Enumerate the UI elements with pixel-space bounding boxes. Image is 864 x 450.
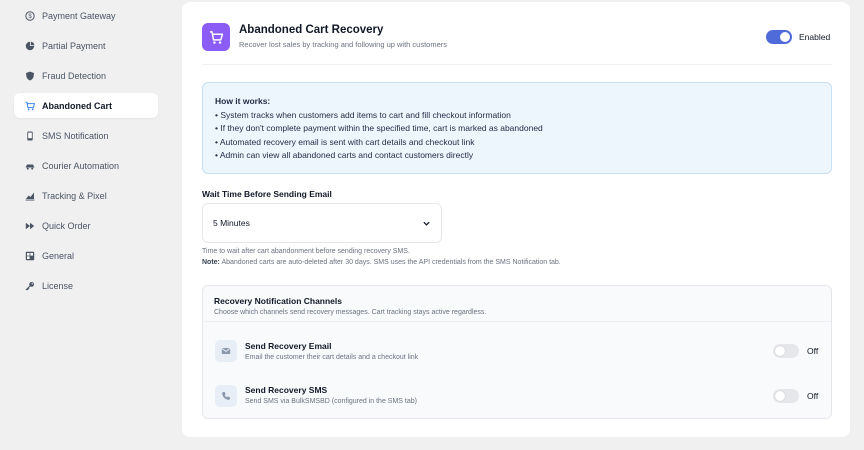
enabled-toggle-label: Enabled (799, 32, 831, 42)
sidebar-item-courier-automation[interactable]: Courier Automation (14, 153, 158, 178)
sms-channel-state: Off (807, 391, 819, 401)
wait-time-label: Wait Time Before Sending Email (202, 189, 332, 199)
sidebar-item-label: Fraud Detection (42, 70, 107, 81)
how-it-works-title: How it works: (215, 96, 271, 106)
note-label: Note: (202, 259, 220, 266)
channels-header: Recovery Notification Channels Choose wh… (203, 286, 831, 322)
phone-icon (24, 130, 35, 141)
note-text: Abandoned carts are auto-deleted after 3… (219, 259, 561, 266)
sidebar-item-label: Courier Automation (42, 160, 120, 171)
sidebar-item-partial-payment[interactable]: Partial Payment (14, 33, 158, 58)
sidebar-item-payment-gateway[interactable]: $ Payment Gateway (14, 3, 158, 28)
cart-icon (24, 100, 35, 111)
key-icon (24, 280, 35, 291)
how-it-works-box: How it works: • System tracks when custo… (202, 82, 832, 174)
email-channel-state: Off (807, 346, 819, 356)
sidebar-item-fraud-detection[interactable]: Fraud Detection (14, 63, 158, 88)
wait-time-help: Time to wait after cart abandonment befo… (202, 248, 410, 255)
sidebar-item-quick-order[interactable]: Quick Order (14, 213, 158, 238)
sidebar-item-abandoned-cart[interactable]: Abandoned Cart (14, 93, 158, 118)
truck-icon (24, 160, 35, 171)
info-line: • System tracks when customers add items… (215, 110, 511, 120)
sidebar-item-label: License (42, 280, 74, 291)
sms-channel-toggle[interactable] (773, 389, 799, 403)
chevron-down-icon (423, 221, 430, 226)
page-title: Abandoned Cart Recovery (239, 24, 384, 36)
email-channel-toggle[interactable] (773, 344, 799, 358)
sidebar-item-license[interactable]: License (14, 273, 158, 298)
email-channel-title: Send Recovery Email (245, 341, 332, 351)
dollar-icon: $ (24, 10, 35, 21)
sidebar-item-general[interactable]: General (14, 243, 158, 268)
divider (202, 64, 832, 65)
fast-forward-icon (24, 220, 35, 231)
cart-icon (202, 23, 230, 51)
sidebar-item-label: Abandoned Cart (42, 100, 113, 111)
sms-channel-title: Send Recovery SMS (245, 385, 328, 395)
channels-title: Recovery Notification Channels (214, 296, 343, 306)
channels-subtitle: Choose which channels send recovery mess… (214, 309, 487, 316)
wait-time-select[interactable]: 5 Minutes (202, 203, 442, 243)
sidebar-item-sms-notification[interactable]: SMS Notification (14, 123, 158, 148)
enabled-toggle[interactable] (766, 30, 792, 44)
shield-icon (24, 70, 35, 81)
toggle-knob (775, 391, 785, 401)
chart-icon (24, 190, 35, 201)
info-line: • Automated recovery email is sent with … (215, 136, 475, 147)
sidebar-item-label: SMS Notification (42, 130, 109, 141)
sidebar-item-label: Tracking & Pixel (42, 190, 107, 201)
sidebar-item-label: Partial Payment (42, 40, 106, 51)
page-subtitle: Recover lost sales by tracking and follo… (239, 40, 448, 49)
sms-channel-subtitle: Send SMS via BulkSMSBD (configured in th… (245, 398, 417, 405)
sidebar-item-label: Payment Gateway (42, 10, 116, 21)
grid-icon (24, 250, 35, 261)
info-line: • If they don't complete payment within … (215, 123, 543, 134)
info-line: • Admin can view all abandoned carts and… (215, 149, 474, 160)
toggle-knob (775, 346, 785, 356)
wait-time-value: 5 Minutes (213, 218, 250, 228)
phone-icon (215, 385, 237, 407)
sidebar-item-label: Quick Order (42, 220, 91, 231)
sidebar-item-label: General (42, 250, 75, 261)
wait-time-note: Note: Abandoned carts are auto-deleted a… (202, 259, 561, 266)
sidebar: $ Payment Gateway Partial Payment Fraud … (0, 0, 172, 450)
settings-card: Abandoned Cart Recovery Recover lost sal… (182, 2, 850, 437)
recovery-channels-panel: Recovery Notification Channels Choose wh… (202, 285, 832, 419)
toggle-knob (780, 32, 790, 42)
sidebar-item-tracking-pixel[interactable]: Tracking & Pixel (14, 183, 158, 208)
email-channel-subtitle: Email the customer their cart details an… (245, 354, 419, 361)
pie-chart-icon (24, 40, 35, 51)
mail-icon (215, 340, 237, 362)
